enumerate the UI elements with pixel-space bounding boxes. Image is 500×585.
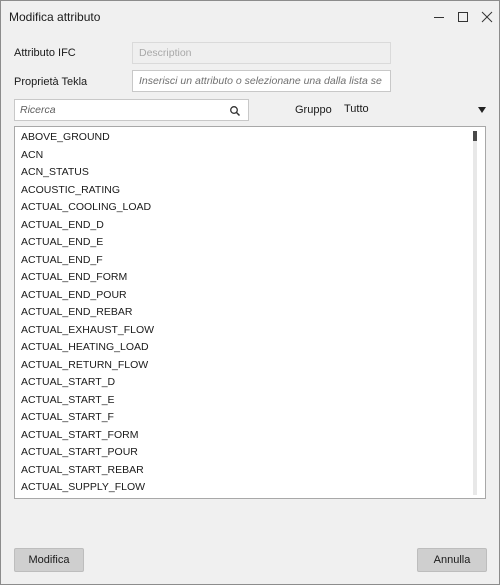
- close-icon[interactable]: [477, 7, 497, 27]
- list-item[interactable]: ACTUAL_START_POUR: [21, 444, 154, 462]
- title-bar[interactable]: Modifica attributo: [1, 1, 499, 33]
- search-placeholder: Ricerca: [20, 104, 56, 116]
- list-item[interactable]: ACTUAL_END_FORM: [21, 269, 154, 287]
- list-item[interactable]: ACOUSTIC_RATING: [21, 182, 154, 200]
- list-scrollbar-thumb[interactable]: [473, 131, 477, 141]
- search-input[interactable]: Ricerca: [14, 99, 249, 121]
- modify-button[interactable]: Modifica: [14, 548, 84, 572]
- list-item[interactable]: ACTUAL_START_E: [21, 392, 154, 410]
- list-item[interactable]: ACTUAL_SUPPLY_FLOW: [21, 479, 154, 497]
- list-item[interactable]: ACTUAL_END_REBAR: [21, 304, 154, 322]
- list-item[interactable]: ACTUAL_END_POUR: [21, 287, 154, 305]
- list-item[interactable]: ACTUAL_START_REBAR: [21, 462, 154, 480]
- cancel-button[interactable]: Annulla: [417, 548, 487, 572]
- minimize-icon[interactable]: [429, 7, 449, 27]
- chevron-down-icon[interactable]: [477, 105, 487, 117]
- list-item[interactable]: ACTUAL_HEATING_LOAD: [21, 339, 154, 357]
- list-item[interactable]: ACN: [21, 147, 154, 165]
- tekla-property-input[interactable]: Inserisci un attributo o selezionane una…: [132, 70, 391, 92]
- tekla-property-placeholder: Inserisci un attributo o selezionane una…: [139, 75, 382, 87]
- attribute-list-items: ABOVE_GROUND ACN ACN_STATUS ACOUSTIC_RATING…: [21, 129, 154, 497]
- search-icon[interactable]: [229, 105, 241, 117]
- tekla-property-label: Proprietà Tekla: [14, 76, 88, 88]
- ifc-attribute-label: Attributo IFC: [14, 47, 76, 59]
- group-selected-value: Tutto: [344, 103, 369, 115]
- group-label: Gruppo: [295, 104, 332, 116]
- list-scrollbar[interactable]: [473, 131, 477, 495]
- list-item[interactable]: ACN_STATUS: [21, 164, 154, 182]
- list-item[interactable]: ACTUAL_START_FORM: [21, 427, 154, 445]
- list-item[interactable]: ACTUAL_START_F: [21, 409, 154, 427]
- dialog-window: Modifica attributo Attributo IFC Descrip…: [0, 0, 500, 585]
- maximize-icon[interactable]: [453, 7, 473, 27]
- list-item[interactable]: ACTUAL_COOLING_LOAD: [21, 199, 154, 217]
- group-dropdown[interactable]: Tutto: [341, 99, 491, 121]
- attribute-list[interactable]: ABOVE_GROUND ACN ACN_STATUS ACOUSTIC_RATING…: [14, 126, 486, 499]
- list-item[interactable]: ACTUAL_END_E: [21, 234, 154, 252]
- list-item[interactable]: ACTUAL_EXHAUST_FLOW: [21, 322, 154, 340]
- list-item[interactable]: ABOVE_GROUND: [21, 129, 154, 147]
- list-item[interactable]: ACTUAL_END_D: [21, 217, 154, 235]
- window-title: Modifica attributo: [9, 10, 101, 24]
- list-item[interactable]: ACTUAL_END_F: [21, 252, 154, 270]
- list-item[interactable]: ACTUAL_RETURN_FLOW: [21, 357, 154, 375]
- ifc-attribute-field: Description: [132, 42, 391, 64]
- list-item[interactable]: ACTUAL_START_D: [21, 374, 154, 392]
